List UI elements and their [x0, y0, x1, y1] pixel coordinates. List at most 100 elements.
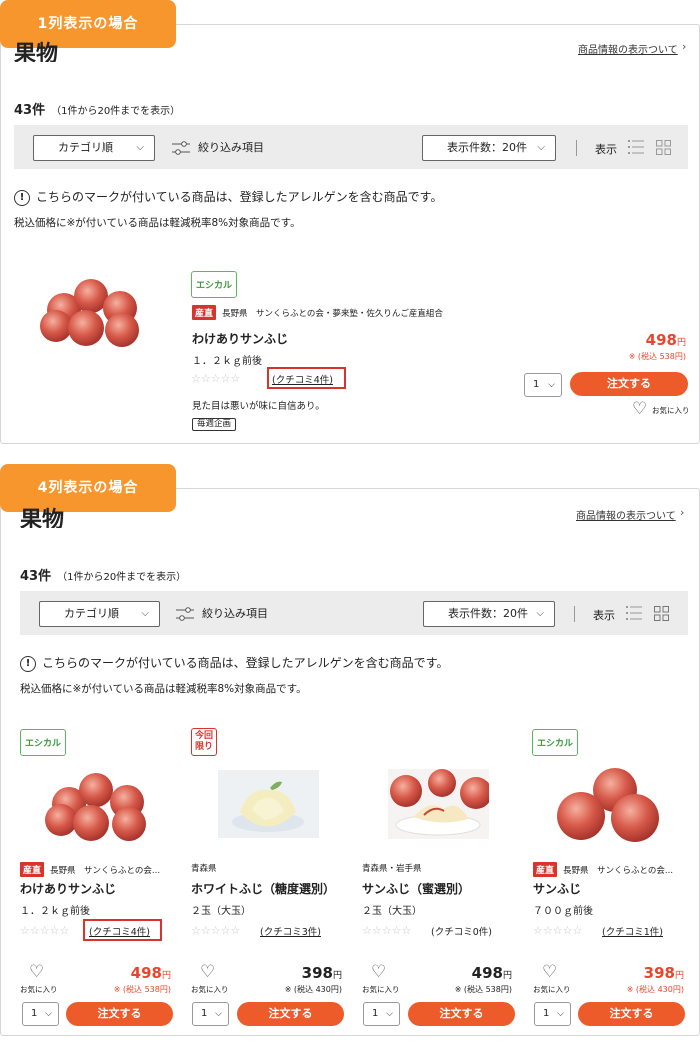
favorite-label[interactable]: お気に入り [20, 984, 58, 995]
review-link[interactable]: (クチコミ4件) [272, 372, 333, 386]
quantity-select[interactable]: 1 ⌵ [363, 1002, 400, 1026]
heart-icon[interactable]: ♡ [542, 964, 557, 981]
divider [574, 606, 575, 622]
star-rating: ☆☆☆☆☆ [20, 924, 70, 937]
favorite-label[interactable]: お気に入り [362, 984, 400, 995]
weekly-badge: 毎週企画 [192, 418, 237, 431]
tax-included-price: ※ (税込 538円) [113, 985, 171, 994]
order-button[interactable]: 注文する [578, 1002, 685, 1026]
product-image-white-apple[interactable] [218, 770, 319, 838]
chevron-down-icon: ⌵ [536, 608, 544, 619]
display-label: 表示 [595, 143, 617, 156]
grid-view-icon[interactable] [654, 606, 669, 621]
quantity-select[interactable]: 1 ⌵ [22, 1002, 59, 1026]
filter-icon [172, 141, 190, 155]
ethical-tag: エシカル [20, 729, 67, 756]
tax-included-price: ※ (税込 538円) [628, 352, 686, 361]
product-image-apples[interactable] [555, 766, 661, 844]
filter-icon [176, 607, 194, 621]
allergen-notice: ! こちらのマークが付いている商品は、登録したアレルゲンを含む商品です。 [14, 188, 442, 206]
tax-note: 税込価格に※が付いている商品は軽減税率8%対象商品です。 [14, 217, 301, 229]
chevron-down-icon: ⌵ [136, 142, 144, 153]
product-quantity: ２玉（大玉） [362, 906, 422, 917]
grid-view-icon[interactable] [656, 140, 671, 155]
tax-included-price: ※ (税込 430円) [284, 985, 342, 994]
chevron-down-icon: ⌵ [548, 380, 555, 390]
list-view-icon[interactable] [628, 140, 644, 154]
result-count: 43件 （1件から20件までを表示） [14, 103, 181, 118]
product-info-link[interactable]: 商品情報の表示ついて [578, 41, 678, 56]
filter-button[interactable]: 絞り込み項目 [172, 139, 264, 155]
favorite-label[interactable]: お気に入り [652, 405, 690, 416]
product-origin: 産直 長野県 サンくらふとの会... [533, 862, 685, 877]
tax-included-price: ※ (税込 430円) [626, 985, 684, 994]
product-origin: 青森県・岩手県 [362, 864, 422, 874]
product-info-link[interactable]: 商品情報の表示ついて [576, 507, 676, 522]
star-rating: ☆☆☆☆☆ [362, 924, 412, 937]
review-link[interactable]: (クチコミ3件) [260, 924, 321, 938]
product-origin: 青森県 [191, 864, 217, 874]
product-price: 498円 [471, 964, 512, 982]
chevron-down-icon: ⌵ [557, 1009, 564, 1019]
order-button[interactable]: 注文する [237, 1002, 344, 1026]
sanchoku-badge: 産直 [20, 862, 45, 877]
favorite-label[interactable]: お気に入り [191, 984, 229, 995]
allergen-mark-icon: ! [20, 655, 36, 672]
tax-included-price: ※ (税込 538円) [454, 985, 512, 994]
product-name[interactable]: サンふじ [533, 880, 581, 897]
chevron-down-icon: ⌵ [215, 1009, 222, 1019]
result-count: 43件 （1件から20件までを表示） [20, 569, 187, 584]
star-rating: ☆☆☆☆☆ [191, 924, 241, 937]
page-title: 果物 [14, 42, 59, 62]
product-origin: 産直 長野県 サンくらふとの会・夢来塾・佐久りんご産直組合 [192, 305, 492, 320]
product-description: 見た目は悪いが味に自信あり。 [192, 401, 325, 412]
list-view-icon[interactable] [626, 606, 642, 620]
ethical-tag: エシカル [191, 271, 238, 298]
review-link[interactable]: (クチコミ1件) [602, 924, 663, 938]
order-button[interactable]: 注文する [408, 1002, 515, 1026]
per-page-select[interactable]: 表示件数：20件 ⌵ [422, 135, 556, 161]
quantity-select[interactable]: 1 ⌵ [524, 373, 562, 397]
quantity-select[interactable]: 1 ⌵ [192, 1002, 229, 1026]
quantity-select[interactable]: 1 ⌵ [534, 1002, 571, 1026]
product-price: 398円 [301, 964, 342, 982]
per-page-select[interactable]: 表示件数：20件 ⌵ [423, 601, 555, 627]
limited-time-tag: 今回 限り [191, 728, 218, 756]
sort-select[interactable]: カテゴリ順 ⌵ [39, 601, 160, 627]
product-image-sliced-apple[interactable] [388, 769, 489, 839]
heart-icon[interactable]: ♡ [29, 964, 44, 981]
sort-select[interactable]: カテゴリ順 ⌵ [33, 135, 155, 161]
product-name[interactable]: わけありサンふじ [192, 330, 288, 347]
page-title: 果物 [20, 508, 65, 528]
star-rating: ☆☆☆☆☆ [533, 924, 583, 937]
order-button[interactable]: 注文する [66, 1002, 173, 1026]
ethical-tag: エシカル [532, 729, 579, 756]
product-price: 498円 [130, 964, 171, 982]
chevron-down-icon: ⌵ [141, 608, 149, 619]
product-origin: 産直 長野県 サンくらふとの会... [20, 862, 172, 877]
order-button[interactable]: 注文する [570, 372, 688, 396]
tax-note: 税込価格に※が付いている商品は軽減税率8%対象商品です。 [20, 683, 307, 695]
allergen-mark-icon: ! [14, 189, 30, 206]
heart-icon[interactable]: ♡ [632, 401, 647, 418]
favorite-label[interactable]: お気に入り [533, 984, 571, 995]
product-price: 498円 [645, 331, 686, 349]
chevron-down-icon: ⌵ [386, 1009, 393, 1019]
product-name[interactable]: サンふじ（蜜選別） [362, 880, 470, 897]
product-name[interactable]: ホワイトふじ（糖度選別） [191, 880, 335, 897]
review-text: (クチコミ0件) [431, 927, 492, 938]
review-link[interactable]: (クチコミ4件) [89, 924, 150, 938]
product-image-apples[interactable] [36, 272, 148, 348]
section-badge: 4列表示の場合 [0, 464, 176, 512]
product-image-apples[interactable] [41, 768, 153, 842]
product-quantity: ２玉（大玉） [191, 906, 251, 917]
product-name[interactable]: わけありサンふじ [20, 880, 116, 897]
heart-icon[interactable]: ♡ [200, 964, 215, 981]
heart-icon[interactable]: ♡ [371, 964, 386, 981]
chevron-right-icon: › [680, 506, 685, 519]
divider [576, 140, 577, 156]
allergen-notice: ! こちらのマークが付いている商品は、登録したアレルゲンを含む商品です。 [20, 654, 448, 672]
star-rating: ☆☆☆☆☆ [191, 372, 241, 385]
filter-button[interactable]: 絞り込み項目 [176, 605, 268, 621]
sanchoku-badge: 産直 [192, 305, 217, 320]
